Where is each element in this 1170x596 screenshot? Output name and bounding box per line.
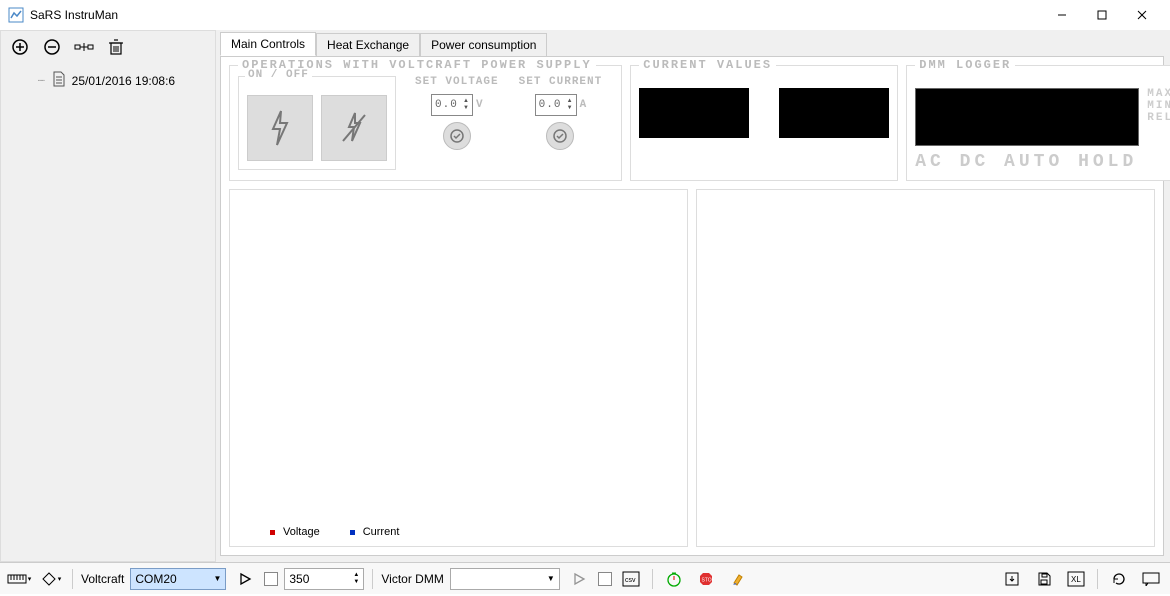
tab-heat-exchange[interactable]: Heat Exchange [316,33,420,56]
voltage-current-chart: Voltage Current [229,189,688,547]
dmm-logger-group: DMM LOGGER MAX MIN REL AC DC AUTO HOLD [906,65,1170,181]
spin-up-icon[interactable]: ▲ [463,98,469,105]
timer-button[interactable] [661,568,687,590]
voltage-unit: V [476,99,483,111]
cv-title: CURRENT VALUES [639,58,776,72]
remove-button[interactable] [39,35,65,59]
clear-button[interactable] [725,568,751,590]
dmm-min-label: MIN [1147,100,1170,112]
chevron-down-icon: ▼ [213,574,221,583]
set-voltage-label: SET VOLTAGE [412,76,502,88]
voltcraft-port-select[interactable]: COM20 ▼ [130,568,226,590]
add-button[interactable] [7,35,33,59]
victor-port-select[interactable]: ▼ [450,568,560,590]
legend-current: Current [363,526,400,538]
dmm-modes: AC DC AUTO HOLD [915,152,1170,172]
voltcraft-label: Voltcraft [81,572,124,586]
onoff-title: ON / OFF [245,69,312,81]
voltcraft-port-value: COM20 [135,572,176,586]
setpoints-group: SET VOLTAGE ▲▼ V [404,76,613,170]
voltcraft-checkbox[interactable] [264,572,278,586]
spin-up-icon[interactable]: ▲ [567,98,573,105]
current-values-group: CURRENT VALUES [630,65,898,181]
dmm-title: DMM LOGGER [915,58,1015,72]
ruler-button[interactable]: ▾ [6,568,32,590]
tag-button[interactable]: ▾ [38,568,64,590]
current-display [779,88,889,138]
power-off-button[interactable] [321,95,387,161]
legend-voltage-dot [270,530,275,535]
set-current-label: SET CURRENT [516,76,606,88]
current-spinbox[interactable]: ▲▼ [535,94,577,116]
csv-button[interactable]: csv [618,568,644,590]
spin-down-icon[interactable]: ▼ [567,105,573,112]
apply-current-button[interactable] [546,122,574,150]
victor-label: Victor DMM [381,572,443,586]
maximize-button[interactable] [1082,0,1122,30]
spin-down-icon[interactable]: ▼ [353,579,359,586]
spin-up-icon[interactable]: ▲ [353,572,359,579]
import-button[interactable] [999,568,1025,590]
interval-spinbox[interactable]: ▲▼ [284,568,364,590]
tree-item-label: 25/01/2016 19:08:6 [72,74,175,88]
export-xl-button[interactable]: XL [1063,568,1089,590]
voltcraft-play-button[interactable] [232,568,258,590]
tab-main-controls[interactable]: Main Controls [220,32,316,56]
save-button[interactable] [1031,568,1057,590]
victor-checkbox[interactable] [598,572,612,586]
onoff-group: ON / OFF [238,76,396,170]
victor-play-button[interactable] [566,568,592,590]
tab-power-consumption[interactable]: Power consumption [420,33,547,56]
current-input[interactable] [539,99,561,111]
refresh-button[interactable] [1106,568,1132,590]
spin-down-icon[interactable]: ▼ [463,105,469,112]
interval-input[interactable] [289,572,339,586]
document-icon [52,71,66,90]
apply-voltage-button[interactable] [443,122,471,150]
power-on-button[interactable] [247,95,313,161]
svg-text:STOP: STOP [701,577,714,583]
voltage-spinbox[interactable]: ▲▼ [431,94,473,116]
current-unit: A [580,99,587,111]
window-title: SaRS InstruMan [30,8,1042,22]
close-button[interactable] [1122,0,1162,30]
connect-button[interactable] [71,35,97,59]
feedback-button[interactable] [1138,568,1164,590]
tree-connector: ····· [37,75,44,86]
chevron-down-icon: ▼ [547,574,555,583]
delete-button[interactable] [103,35,129,59]
voltage-input[interactable] [435,99,457,111]
legend-voltage: Voltage [283,526,320,538]
app-icon [8,7,24,23]
power-supply-group: OPERATIONS WITH VOLTCRAFT POWER SUPPLY O… [229,65,622,181]
dmm-rel-label: REL [1147,112,1170,124]
dmm-display [915,88,1139,146]
dmm-max-label: MAX [1147,88,1170,100]
svg-text:csv: csv [625,577,636,584]
voltage-display [639,88,749,138]
dmm-chart [696,189,1155,547]
stop-button[interactable]: STOP [693,568,719,590]
svg-text:XL: XL [1071,575,1081,584]
minimize-button[interactable] [1042,0,1082,30]
legend-current-dot [350,530,355,535]
tree-item[interactable]: ····· 25/01/2016 19:08:6 [11,69,205,92]
